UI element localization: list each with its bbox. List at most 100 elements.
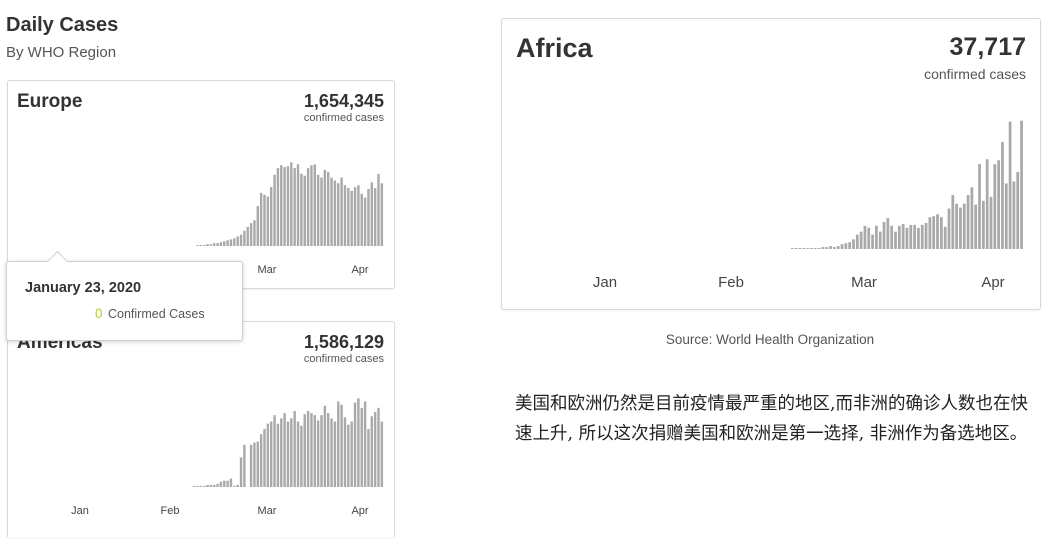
chart-bar[interactable] <box>273 174 276 246</box>
chart-bar[interactable] <box>989 196 993 249</box>
chart-bar[interactable] <box>936 214 939 249</box>
chart-bar[interactable] <box>959 207 962 249</box>
chart-bar[interactable] <box>790 248 794 249</box>
chart-bar[interactable] <box>848 242 852 249</box>
chart-bar[interactable] <box>296 164 300 246</box>
chart-bar[interactable] <box>962 203 966 249</box>
chart-bar[interactable] <box>266 196 270 246</box>
chart-bar[interactable] <box>229 239 233 246</box>
chart-bar[interactable] <box>310 413 313 487</box>
chart-bar[interactable] <box>955 203 958 249</box>
chart-bar[interactable] <box>290 418 293 487</box>
chart-bar[interactable] <box>340 404 343 487</box>
chart-bar[interactable] <box>894 231 897 249</box>
chart-bar[interactable] <box>913 224 916 249</box>
chart-bar[interactable] <box>859 231 863 249</box>
chart-bar[interactable] <box>829 246 832 249</box>
chart-bar[interactable] <box>226 240 229 246</box>
chart-bar[interactable] <box>313 415 316 487</box>
chart-bar[interactable] <box>367 189 370 246</box>
chart-bar[interactable] <box>871 234 874 249</box>
chart-bar[interactable] <box>794 248 798 249</box>
chart-bar[interactable] <box>836 246 840 249</box>
chart-bar[interactable] <box>283 413 286 487</box>
chart-bar[interactable] <box>320 415 323 487</box>
chart-bar[interactable] <box>802 248 806 249</box>
chart-bar[interactable] <box>357 398 360 487</box>
chart-bar[interactable] <box>997 160 1001 249</box>
chart-bar[interactable] <box>886 218 890 249</box>
chart-bar[interactable] <box>320 177 323 246</box>
chart-bar[interactable] <box>882 222 886 249</box>
chart-bar[interactable] <box>263 428 266 487</box>
africa-bar-chart[interactable]: Jan Feb Mar Apr <box>502 19 1040 309</box>
americas-bar-chart[interactable]: Jan Feb Mar Apr <box>8 322 394 537</box>
chart-bar[interactable] <box>323 405 327 487</box>
chart-bar[interactable] <box>337 183 340 246</box>
chart-bar[interactable] <box>263 194 266 246</box>
chart-bar[interactable] <box>303 175 306 246</box>
chart-bar[interactable] <box>199 245 202 246</box>
chart-bar[interactable] <box>943 226 947 249</box>
chart-bar[interactable] <box>825 247 829 249</box>
chart-bar[interactable] <box>367 428 370 487</box>
chart-bar[interactable] <box>357 185 360 246</box>
chart-bar[interactable] <box>924 222 928 249</box>
chart-bar[interactable] <box>296 421 300 487</box>
chart-bar[interactable] <box>920 224 924 249</box>
chart-bar[interactable] <box>373 188 377 246</box>
chart-bar[interactable] <box>327 413 330 487</box>
chart-bar[interactable] <box>380 421 384 487</box>
chart-bar[interactable] <box>817 248 821 249</box>
chart-bar[interactable] <box>270 187 273 246</box>
chart-bar[interactable] <box>256 206 259 246</box>
chart-bar[interactable] <box>377 407 380 487</box>
chart-bar[interactable] <box>363 197 367 246</box>
chart-bar[interactable] <box>306 411 310 487</box>
americas-card[interactable]: Americas 1,586,129 confirmed cases Jan Fe… <box>7 321 395 537</box>
chart-bar[interactable] <box>206 244 209 246</box>
chart-bar[interactable] <box>343 185 347 246</box>
chart-bar[interactable] <box>249 444 253 487</box>
chart-bar[interactable] <box>353 187 357 246</box>
chart-bar[interactable] <box>236 236 239 247</box>
chart-bar[interactable] <box>370 182 373 246</box>
chart-bar[interactable] <box>806 248 810 249</box>
chart-bar[interactable] <box>243 230 246 246</box>
chart-bar[interactable] <box>1016 171 1020 249</box>
chart-bar[interactable] <box>993 164 997 249</box>
chart-bar[interactable] <box>239 234 243 246</box>
chart-bar[interactable] <box>223 241 226 246</box>
chart-bar[interactable] <box>249 223 253 246</box>
chart-bar[interactable] <box>213 484 216 487</box>
chart-bar[interactable] <box>347 424 350 487</box>
chart-bar[interactable] <box>813 248 817 249</box>
chart-bar[interactable] <box>209 244 213 246</box>
chart-bar[interactable] <box>206 484 209 487</box>
chart-bar[interactable] <box>981 200 985 249</box>
chart-bar[interactable] <box>844 243 848 249</box>
chart-bar[interactable] <box>373 412 377 487</box>
chart-bar[interactable] <box>202 485 206 487</box>
chart-bar[interactable] <box>350 190 353 246</box>
chart-bar[interactable] <box>360 193 363 246</box>
chart-bar[interactable] <box>939 217 943 249</box>
chart-bar[interactable] <box>293 168 296 246</box>
chart-bar[interactable] <box>890 225 894 249</box>
chart-bar[interactable] <box>947 208 951 250</box>
chart-bar[interactable] <box>878 231 882 249</box>
chart-bar[interactable] <box>1004 183 1008 249</box>
chart-bar[interactable] <box>1001 141 1004 249</box>
chart-bar[interactable] <box>867 227 871 249</box>
chart-bar[interactable] <box>243 444 246 487</box>
chart-bar[interactable] <box>286 421 290 487</box>
chart-bar[interactable] <box>280 165 283 246</box>
chart-bar[interactable] <box>985 159 989 249</box>
chart-bar[interactable] <box>286 166 290 246</box>
chart-bar[interactable] <box>333 180 337 246</box>
chart-bar[interactable] <box>283 167 286 246</box>
chart-bar[interactable] <box>347 188 350 246</box>
chart-bar[interactable] <box>219 242 223 246</box>
chart-bar[interactable] <box>209 484 213 487</box>
chart-bar[interactable] <box>863 225 867 249</box>
